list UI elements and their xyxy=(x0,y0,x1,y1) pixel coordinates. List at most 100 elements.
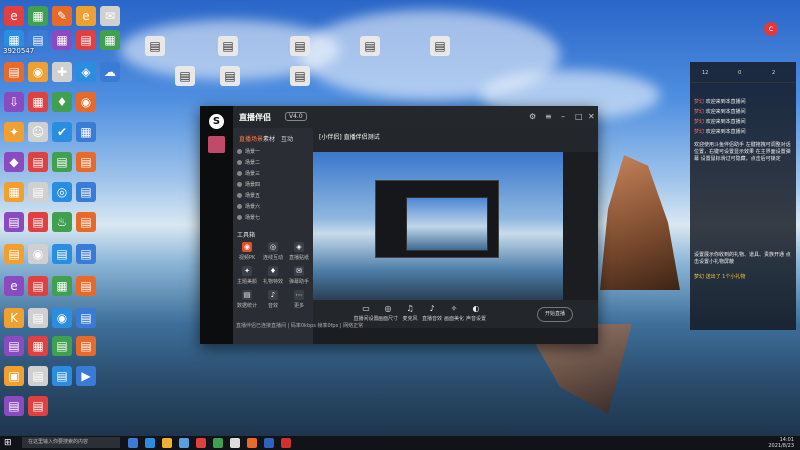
app-icon[interactable] xyxy=(264,438,274,448)
tray-app-icon[interactable]: c xyxy=(764,22,778,36)
desktop-shortcut-icon[interactable]: ▦ xyxy=(28,336,48,356)
desktop-shortcut-icon[interactable]: ▦ xyxy=(76,122,96,142)
desktop-shortcut-icon[interactable]: ▤ xyxy=(76,336,96,356)
avatar[interactable] xyxy=(208,136,225,153)
settings-icon[interactable]: ⚙ xyxy=(529,112,536,121)
scene-item[interactable]: 场景四 xyxy=(237,181,260,188)
desktop-shortcut-icon[interactable]: ▤ xyxy=(52,152,72,172)
desktop-shortcut-icon[interactable]: ▤ xyxy=(76,152,96,172)
tool-item[interactable]: ◉ 视频PK xyxy=(237,242,257,261)
desktop-shortcut-icon[interactable]: ▤ xyxy=(76,244,96,264)
desktop-shortcut-icon[interactable]: ▤ xyxy=(28,152,48,172)
live-preview[interactable] xyxy=(313,152,563,300)
tool-item[interactable]: ⋯ 更多 xyxy=(289,290,309,309)
desktop-shortcut-icon[interactable]: ◉ xyxy=(28,244,48,264)
desktop-shortcut-icon[interactable]: ☺ xyxy=(28,122,48,142)
desktop-shortcut-icon[interactable]: ▤ xyxy=(4,212,24,232)
desktop-shortcut-icon[interactable]: ✉ xyxy=(100,6,120,26)
desktop-shortcut-icon[interactable]: ▤ xyxy=(52,244,72,264)
desktop-shortcut-icon[interactable]: ◉ xyxy=(28,62,48,82)
desktop-shortcut-icon[interactable]: ▤ xyxy=(28,182,48,202)
explorer-icon[interactable] xyxy=(162,438,172,448)
desktop-shortcut-icon[interactable]: ◎ xyxy=(52,182,72,202)
edge-icon[interactable] xyxy=(145,438,155,448)
desktop-shortcut-icon[interactable]: ▤ xyxy=(28,308,48,328)
scene-item[interactable]: 场景七 xyxy=(237,214,260,221)
desktop-shortcut-icon[interactable]: ▤ xyxy=(28,396,48,416)
desktop-file-icon[interactable]: ▤ xyxy=(360,36,380,56)
desktop-shortcut-icon[interactable]: e xyxy=(4,276,24,296)
app-logo-icon[interactable]: S xyxy=(209,114,224,129)
start-live-button[interactable]: 开始直播 xyxy=(537,307,573,322)
desktop-shortcut-icon[interactable]: ▤ xyxy=(28,276,48,296)
desktop-shortcut-icon[interactable]: ▦ xyxy=(100,30,120,50)
desktop-shortcut-icon[interactable]: ▦ xyxy=(28,92,48,112)
desktop-shortcut-icon[interactable]: ⇩ xyxy=(4,92,24,112)
store-icon[interactable] xyxy=(179,438,189,448)
menu-icon[interactable]: ≡ xyxy=(545,112,552,121)
tab-scene[interactable]: 直播场景 xyxy=(239,134,263,143)
desktop-shortcut-icon[interactable]: ▤ xyxy=(76,182,96,202)
desktop-shortcut-icon[interactable]: ◈ xyxy=(76,62,96,82)
desktop-shortcut-icon[interactable]: ▤ xyxy=(28,212,48,232)
scene-item[interactable]: 场景五 xyxy=(237,192,260,199)
close-icon[interactable]: ✕ xyxy=(588,112,595,121)
desktop-file-icon[interactable]: ▤ xyxy=(175,66,195,86)
windows-start-icon[interactable]: ⊞ xyxy=(4,438,12,448)
scene-item[interactable]: 场景三 xyxy=(237,170,260,177)
app-icon[interactable] xyxy=(281,438,291,448)
desktop-shortcut-icon[interactable]: ✔ xyxy=(52,122,72,142)
desktop-file-icon[interactable]: ▤ xyxy=(430,36,450,56)
clock[interactable]: 14:01 2021/8/23 xyxy=(768,437,794,449)
desktop-shortcut-icon[interactable]: ▤ xyxy=(76,30,96,50)
desktop-file-icon[interactable]: ▤ xyxy=(290,36,310,56)
desktop-shortcut-icon[interactable]: ▶ xyxy=(76,366,96,386)
minimize-icon[interactable]: – xyxy=(561,112,565,121)
tool-item[interactable]: ◈ 直播贴纸 xyxy=(289,242,309,261)
desktop-shortcut-icon[interactable]: ▤ xyxy=(4,396,24,416)
desktop-shortcut-icon[interactable]: ✚ xyxy=(52,62,72,82)
scene-item[interactable]: 场景六 xyxy=(237,203,260,210)
tool-item[interactable]: ♦ 礼物特效 xyxy=(263,266,283,285)
desktop-shortcut-icon[interactable]: ▤ xyxy=(76,276,96,296)
app-icon[interactable] xyxy=(247,438,257,448)
tool-item[interactable]: ✉ 弹幕助手 xyxy=(289,266,309,285)
tool-item[interactable]: ▤ 数据统计 xyxy=(237,290,257,309)
desktop-shortcut-icon[interactable]: ▤ xyxy=(76,308,96,328)
desktop-shortcut-icon[interactable]: ✦ xyxy=(4,122,24,142)
livestream-app-icon[interactable] xyxy=(230,438,240,448)
wechat-icon[interactable] xyxy=(213,438,223,448)
desktop-shortcut-icon[interactable]: ▦ xyxy=(4,182,24,202)
desktop-file-icon[interactable]: ▤ xyxy=(290,66,310,86)
tool-item[interactable]: ✦ 主题美颜 xyxy=(237,266,257,285)
tab-material[interactable]: 素材 xyxy=(263,134,275,143)
desktop-shortcut-icon[interactable]: e xyxy=(76,6,96,26)
desktop-shortcut-icon[interactable]: ▦ xyxy=(52,276,72,296)
desktop-shortcut-icon[interactable]: ♦ xyxy=(52,92,72,112)
maximize-icon[interactable]: □ xyxy=(575,112,583,121)
scene-item[interactable]: 场景一 xyxy=(237,148,260,155)
audio-settings-button[interactable]: ◐ 声音设置 xyxy=(463,304,489,322)
desktop-shortcut-icon[interactable]: ✎ xyxy=(52,6,72,26)
desktop-shortcut-icon[interactable]: ▤ xyxy=(52,366,72,386)
desktop-shortcut-icon[interactable]: ▤ xyxy=(76,212,96,232)
desktop-shortcut-icon[interactable]: ▤ xyxy=(4,336,24,356)
desktop-shortcut-icon[interactable]: e xyxy=(4,6,24,26)
desktop-shortcut-icon[interactable]: ▤ xyxy=(4,62,24,82)
desktop-shortcut-icon[interactable]: ◉ xyxy=(76,92,96,112)
tool-item[interactable]: ◎ 连线互动 xyxy=(263,242,283,261)
desktop-shortcut-icon[interactable]: ◆ xyxy=(4,152,24,172)
desktop-shortcut-icon[interactable]: ▤ xyxy=(28,366,48,386)
desktop-file-icon[interactable]: ▤ xyxy=(220,66,240,86)
desktop-shortcut-icon[interactable]: ◉ xyxy=(52,308,72,328)
desktop-file-icon[interactable]: ▤ xyxy=(145,36,165,56)
scene-item[interactable]: 场景二 xyxy=(237,159,260,166)
tool-item[interactable]: ♪ 音效 xyxy=(263,290,283,309)
desktop-shortcut-icon[interactable]: ▤ xyxy=(52,336,72,356)
desktop-shortcut-icon[interactable]: ▦ xyxy=(28,6,48,26)
desktop-shortcut-icon[interactable]: ♨ xyxy=(52,212,72,232)
desktop-shortcut-icon[interactable]: ▦ xyxy=(52,30,72,50)
task-view-icon[interactable] xyxy=(128,438,138,448)
desktop-file-icon[interactable]: ▤ xyxy=(218,36,238,56)
desktop-shortcut-icon[interactable]: K xyxy=(4,308,24,328)
